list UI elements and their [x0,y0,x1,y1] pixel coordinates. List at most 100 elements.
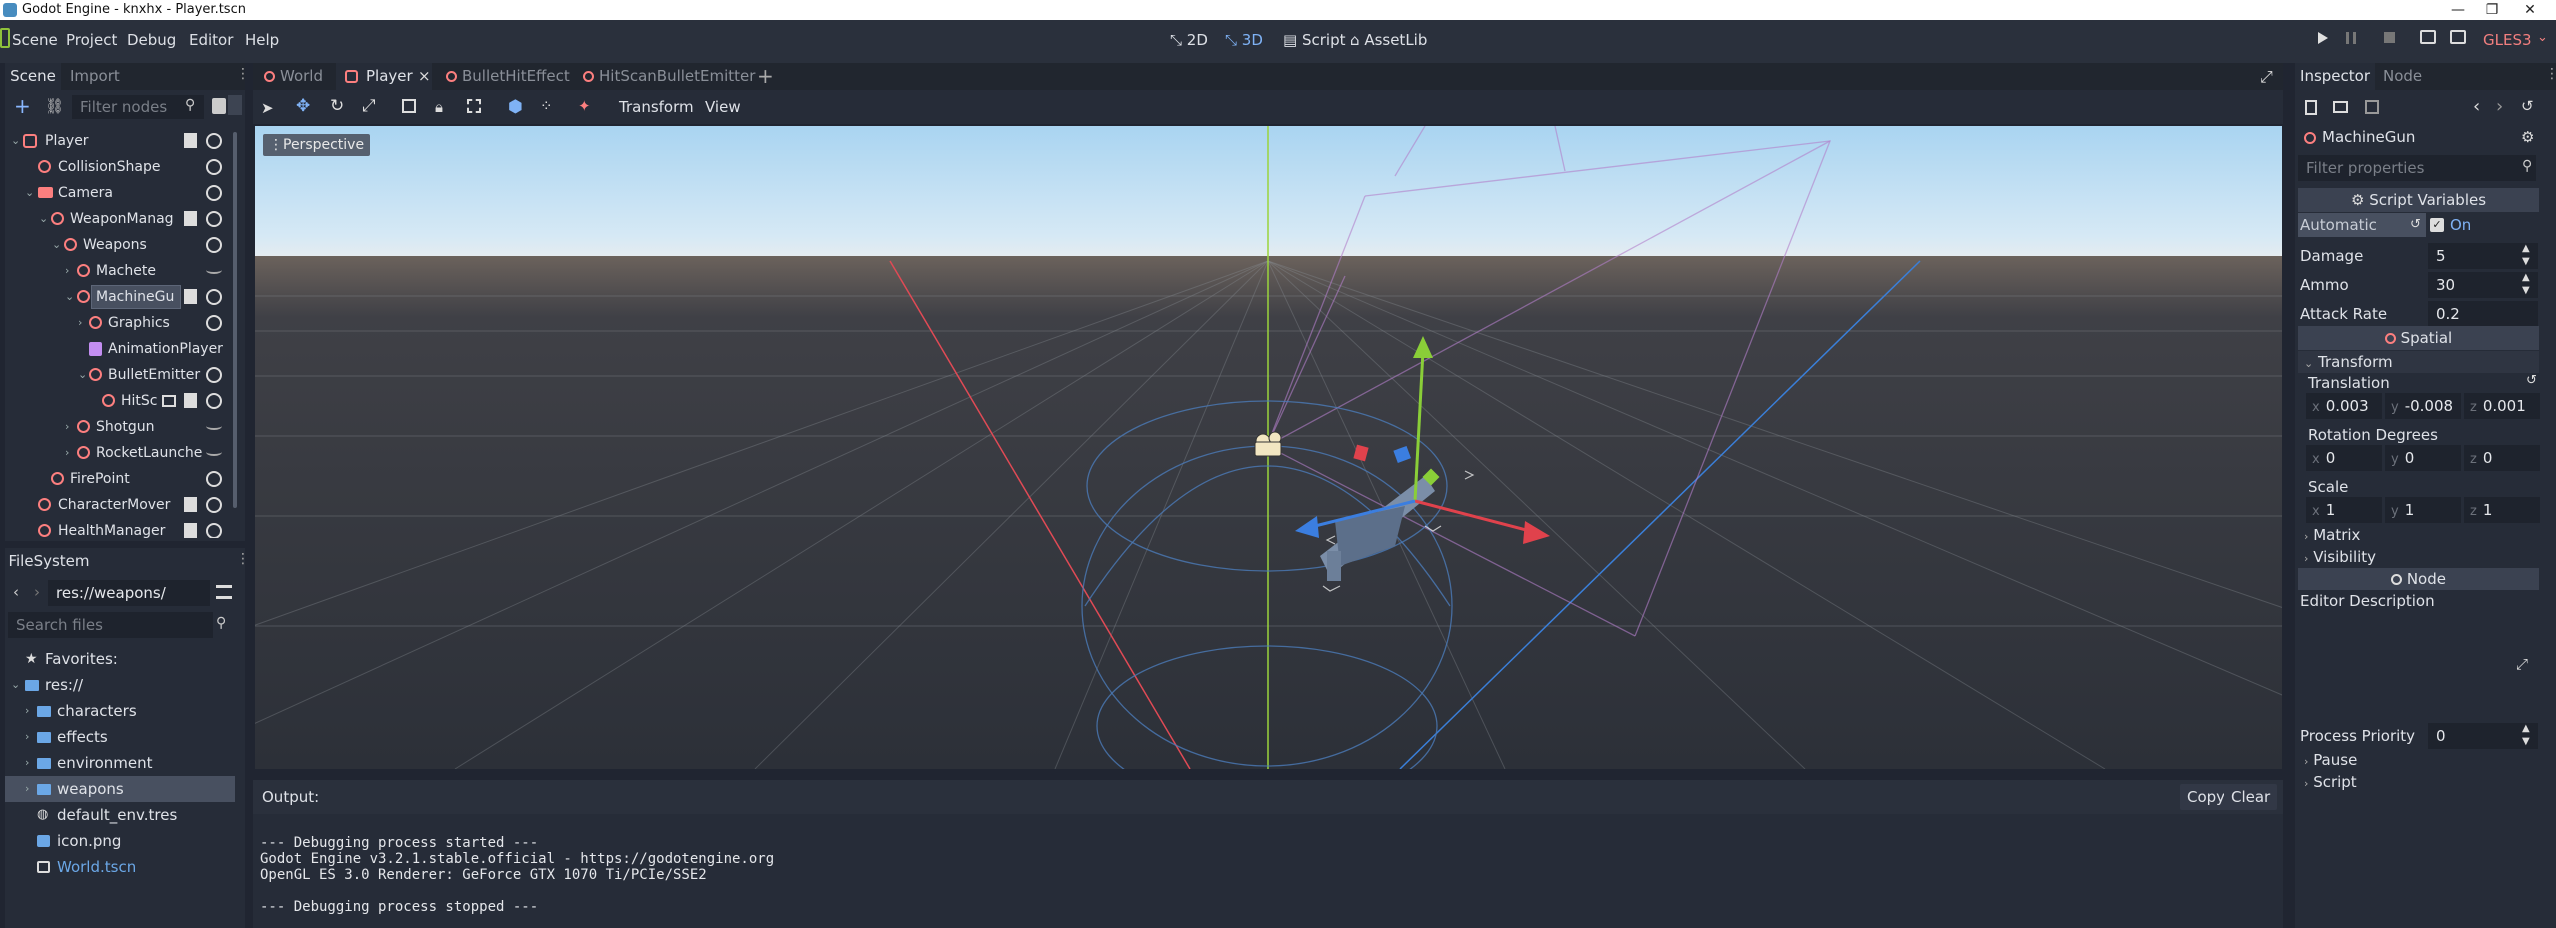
history-forward-icon[interactable]: › [2496,96,2503,117]
dock-menu-icon[interactable]: ⋮ [2545,66,2556,82]
link-icon[interactable]: ⛓ [45,97,64,115]
scene-tree-scrollbar[interactable] [233,132,237,508]
visibility-eye-icon[interactable] [206,497,222,513]
visibility-eye-icon[interactable] [206,393,222,409]
mode-3d-button[interactable]: ⤡ 3D [1225,31,1263,49]
tab-inspector[interactable]: Inspector [2295,63,2375,90]
menu-help[interactable]: Help [245,31,279,49]
filter-properties-input[interactable]: Filter properties [2298,155,2536,181]
visibility-section[interactable]: › Visibility [2304,546,2376,570]
visibility-eye-icon[interactable] [206,237,222,253]
visibility-eye-icon[interactable] [206,315,222,331]
visibility-eye-icon[interactable] [206,133,222,149]
scale-z-field[interactable]: z1 [2464,497,2540,523]
view-menu[interactable]: View [705,98,741,116]
tree-node-machete[interactable]: › Machete [5,258,237,284]
perspective-menu[interactable]: ⋮Perspective [263,134,371,156]
spatial-section-header[interactable]: Spatial [2298,326,2539,350]
maximize-button[interactable]: ❐ [2472,0,2512,20]
save-icon[interactable] [2365,100,2379,114]
back-icon[interactable]: ‹ [13,583,19,601]
expand-icon[interactable]: ⤢ [2516,655,2528,673]
tree-node-machinegun[interactable]: ⌄ MachineGu [5,284,237,310]
spinner-icon[interactable]: ▲ ▼ [2522,271,2530,297]
tab-world[interactable]: World [258,63,323,90]
instance-icon[interactable] [162,395,176,407]
menu-editor[interactable]: Editor [189,31,233,49]
tree-node-player[interactable]: ⌄ Player [5,128,237,154]
rotation-y-field[interactable]: y0 [2385,445,2461,471]
menu-project[interactable]: Project [66,31,117,49]
history-back-icon[interactable]: ‹ [2473,96,2480,117]
forward-icon[interactable]: › [34,583,40,601]
tree-node-firepoint[interactable]: FirePoint [5,466,237,492]
menu-debug[interactable]: Debug [127,31,176,49]
group-icon[interactable] [467,99,481,113]
hidden-eye-icon[interactable] [206,448,222,456]
camera-preview-icon[interactable]: ✦ [578,97,591,115]
tree-node-graphics[interactable]: › Graphics [5,310,237,336]
viewport-3d[interactable]: ⋮Perspective [255,126,2282,769]
play-button[interactable] [2318,32,2328,44]
dock-menu-icon[interactable]: ⋮ [236,551,250,567]
attack-rate-field[interactable]: 0.2 [2428,301,2538,327]
tab-import[interactable]: Import [70,63,120,90]
script-variables-header[interactable]: ⚙ Script Variables [2298,188,2539,212]
play-scene-button[interactable] [2420,30,2436,44]
tree-node-camera[interactable]: ⌄ Camera [5,180,237,206]
tree-node-hitscan[interactable]: HitSc [5,388,237,414]
script-attach-icon[interactable] [212,98,226,114]
move-tool-icon[interactable]: ✥ [296,96,310,116]
tree-node-animationplayer[interactable]: AnimationPlayer [5,336,237,362]
tree-node-shotgun[interactable]: › Shotgun [5,414,237,440]
visibility-eye-icon[interactable] [206,289,222,305]
tab-player[interactable]: Player × [336,63,432,90]
close-button[interactable]: ✕ [2510,0,2550,20]
node-section-header[interactable]: Node [2298,568,2539,590]
visibility-eye-icon[interactable] [206,185,222,201]
script-icon[interactable] [184,497,197,512]
tab-bullethiteffect[interactable]: BulletHitEffect [440,63,570,90]
object-menu-icon[interactable]: ⚙ [2521,128,2534,146]
tab-node[interactable]: Node [2383,63,2422,90]
mode-assetlib-button[interactable]: ⌂ AssetLib [1350,31,1427,49]
pause-section[interactable]: › Pause [2304,749,2357,773]
add-node-icon[interactable]: + [14,96,31,116]
rotation-x-field[interactable]: x0 [2306,445,2382,471]
open-folder-icon[interactable] [2333,101,2348,113]
menu-scene[interactable]: Scene [12,31,58,49]
split-mode-icon[interactable] [216,585,232,599]
tree-node-bulletemitter[interactable]: ⌄ BulletEmitter [5,362,237,388]
visibility-eye-icon[interactable] [206,367,222,383]
transform-section[interactable]: ⌄ Transform [2298,351,2539,373]
scale-tool-icon[interactable]: ⤢ [362,96,376,116]
script-icon[interactable] [184,393,197,408]
spinner-icon[interactable]: ▲ ▼ [2522,722,2530,748]
pause-button[interactable] [2346,32,2356,44]
renderer-label[interactable]: GLES3 [2483,31,2532,49]
scale-y-field[interactable]: y1 [2385,497,2461,523]
spinner-icon[interactable]: ▲ ▼ [2522,242,2530,268]
hidden-eye-icon[interactable] [206,422,222,430]
transform-menu[interactable]: Transform [619,98,694,116]
mode-2d-button[interactable]: ⤡ 2D [1170,31,1208,49]
tree-node-collisionshape[interactable]: CollisionShape [5,154,237,180]
select-tool-icon[interactable]: ➤ [261,99,274,117]
translation-z-field[interactable]: z 0.001 [2464,393,2540,419]
visibility-eye-icon[interactable] [206,523,222,538]
clear-button[interactable]: Clear [2224,784,2278,810]
tree-node-weaponmanager[interactable]: ⌄ WeaponManag [5,206,237,232]
automatic-checkbox[interactable]: ✓ [2430,218,2444,232]
rotate-tool-icon[interactable]: ↻ [330,96,344,116]
editor-description-textarea[interactable] [2298,612,2539,716]
script-icon[interactable] [184,523,197,538]
rotation-z-field[interactable]: z0 [2464,445,2540,471]
history-icon[interactable]: ↺ [2521,97,2534,115]
revert-icon[interactable]: ↺ [2410,213,2421,237]
snap-icon[interactable]: ⁘ [540,97,553,115]
script-section[interactable]: › Script [2304,771,2357,795]
distraction-free-icon[interactable]: ⤢ [2260,67,2273,87]
script-icon[interactable] [184,289,197,304]
scale-x-field[interactable]: x1 [2306,497,2382,523]
close-tab-icon[interactable]: × [418,63,431,90]
